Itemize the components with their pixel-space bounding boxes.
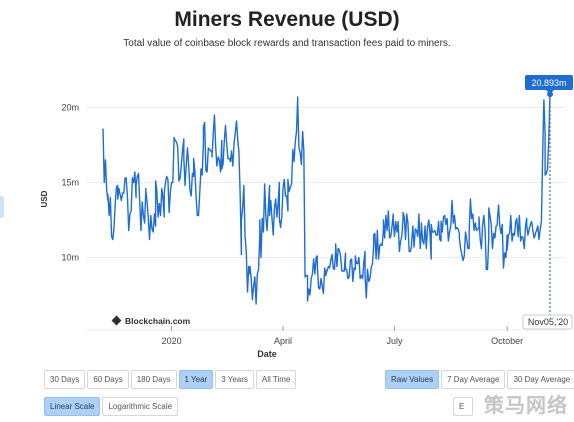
y-tick-label: 10m [61,253,79,263]
y-tick-label: 15m [61,178,79,188]
range-button-180-days[interactable]: 180 Days [130,370,177,389]
blockchain-logo-icon [111,315,122,326]
range-button-all-time[interactable]: All Time [255,370,297,389]
chart-canvas: 10m 15m 20m 2020 April July October USD Date Blo… [40,75,573,359]
scale-button-logarithmic-scale[interactable]: Logarithmic Scale [102,397,179,416]
grid-lines [86,107,566,331]
x-axis-label: Date [257,349,277,359]
tooltip-value: 20.893m [531,78,566,88]
chart-watermark: Blockchain.com [125,316,191,326]
range-button-1-year[interactable]: 1 Year [178,370,214,389]
y-tick-label: 20m [61,103,79,113]
chart-overlay: Blockchain.com 20.893m Nov05,'20 [111,75,573,330]
scale-buttons: Linear Scale Logarithmic Scale [44,397,180,416]
logo-mark [111,315,122,326]
average-buttons: Raw Values 7 Day Average 30 Day Average [385,370,574,389]
page-watermark: 策马网络 [484,395,568,417]
average-button-7-day-average[interactable]: 7 Day Average [441,370,506,389]
x-tick-label: 2020 [162,336,182,346]
x-tick-label: October [491,336,523,346]
x-tick-label: July [386,336,403,346]
range-buttons: 30 Days 60 Days 180 Days 1 Year 3 Years All T… [44,370,298,389]
range-button-3-years[interactable]: 3 Years [215,370,254,389]
export-buttons: E [453,397,475,416]
range-button-60-days[interactable]: 60 Days [87,370,129,389]
x-tick-label: April [274,336,292,346]
average-button-raw-values[interactable]: Raw Values [385,370,440,389]
range-button-30-days[interactable]: 30 Days [44,370,86,389]
series-revenue [102,93,551,305]
average-button-30-day-average[interactable]: 30 Day Average [507,370,574,389]
series-line [102,93,551,305]
date-tooltip-label: Nov05,'20 [528,317,568,327]
export-button[interactable]: E [453,397,473,416]
scale-button-linear-scale[interactable]: Linear Scale [44,397,101,416]
y-axis-label: USD [40,190,49,207]
